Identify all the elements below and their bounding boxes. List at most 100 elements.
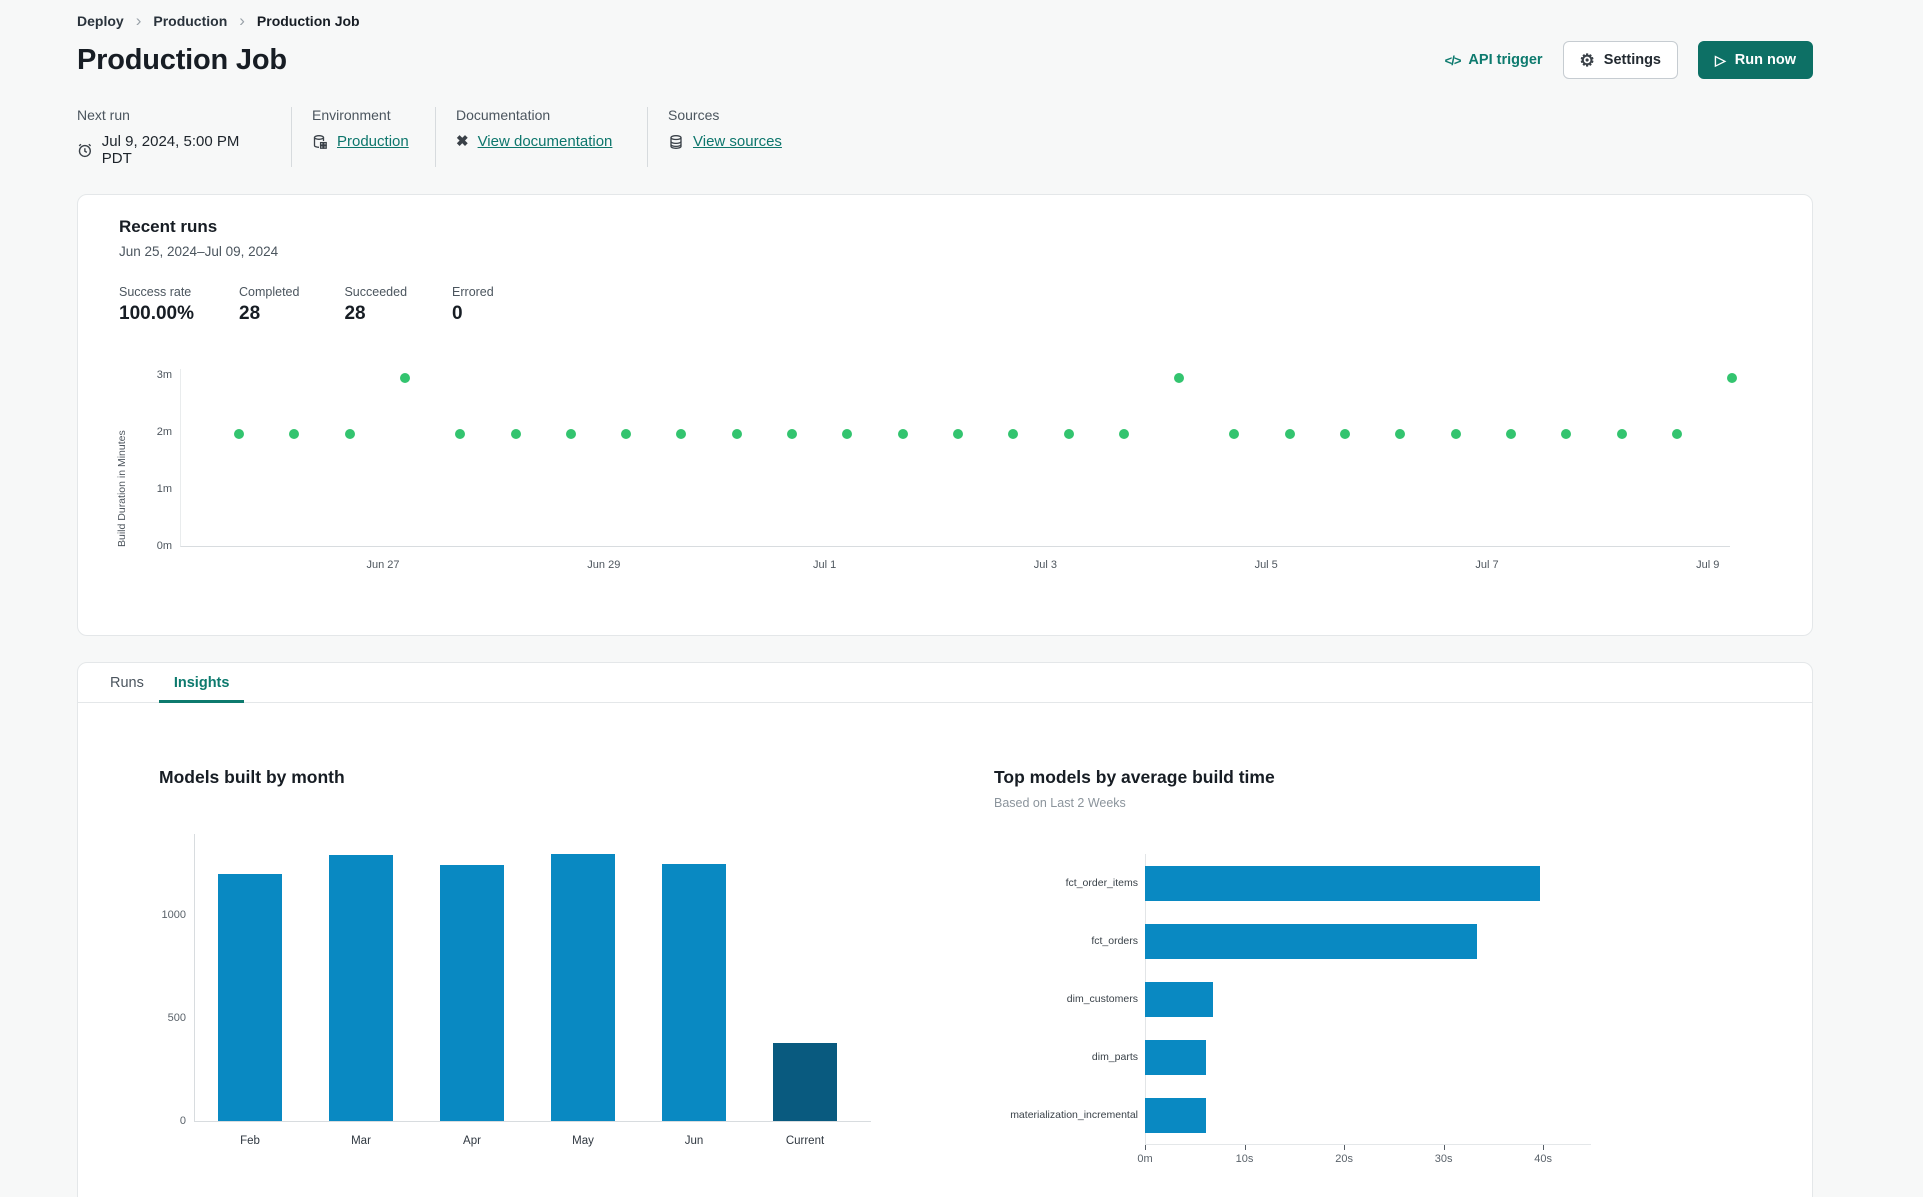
- bar: [440, 864, 504, 1121]
- stat-label: Succeeded: [344, 285, 408, 299]
- x-tick-label: 0m: [1137, 1153, 1153, 1165]
- run-dot: [565, 428, 576, 439]
- bar: [1145, 865, 1541, 901]
- y-tick-label: 1m: [156, 483, 172, 495]
- sources-database-icon: [670, 134, 682, 149]
- stat-label: Success rate: [119, 285, 192, 299]
- breadcrumb-production[interactable]: Production: [153, 13, 227, 29]
- breadcrumb-deploy[interactable]: Deploy: [77, 13, 124, 29]
- top-models-subtitle: Based on Last 2 Weeks: [994, 796, 1126, 810]
- model-label: fct_order_items: [1065, 877, 1138, 889]
- run-now-button[interactable]: ▷ Run now: [1698, 41, 1813, 79]
- model-label: dim_parts: [1091, 1051, 1138, 1063]
- settings-label: Settings: [1603, 52, 1661, 68]
- insights-card: Runs Insights Models built by month 0 500…: [77, 662, 1813, 1197]
- x-tick-label: Jul 7: [1475, 559, 1499, 571]
- page-title: Production Job: [77, 43, 287, 76]
- api-trigger-label: API trigger: [1468, 52, 1543, 68]
- environment-database-icon: [313, 134, 327, 149]
- page-content: Deploy › Production › Production Job Pro…: [77, 0, 1813, 1197]
- breadcrumb: Deploy › Production › Production Job: [77, 0, 1813, 29]
- sources-value: View sources: [668, 133, 782, 150]
- stat-label: Errored: [452, 285, 494, 299]
- x-tick-label: Jun 27: [366, 559, 400, 571]
- run-dot: [621, 428, 632, 439]
- bar: [1145, 1039, 1206, 1075]
- settings-button[interactable]: ⚙ Settings: [1562, 41, 1678, 79]
- run-dot: [344, 428, 355, 439]
- production-job-page: Deploy › Production › Production Job Pro…: [0, 0, 1923, 1197]
- run-dot: [1395, 428, 1406, 439]
- run-dot: [676, 428, 687, 439]
- x-tick-label: Jul 9: [1696, 559, 1720, 571]
- stat-value: 100.00%: [119, 303, 195, 324]
- chevron-right-icon: ›: [135, 11, 142, 30]
- chevron-right-icon: ›: [239, 11, 245, 30]
- gear-icon: ⚙: [1579, 50, 1595, 70]
- x-tick-label: Jul 1: [812, 559, 837, 571]
- run-dot: [897, 428, 908, 439]
- bar: [1145, 981, 1213, 1017]
- environment-label: Environment: [312, 107, 391, 123]
- model-row: fct_orders: [994, 912, 1591, 970]
- run-dot: [1505, 428, 1516, 439]
- api-trigger-link[interactable]: </> API trigger: [1445, 52, 1543, 68]
- recent-runs-stats: Success rate 100.00% Completed 28 Succee…: [119, 285, 1812, 325]
- stat-value: 28: [344, 303, 366, 324]
- run-dot: [1118, 428, 1129, 439]
- top-models-title: Top models by average build time: [994, 767, 1275, 787]
- bar: [218, 874, 282, 1121]
- run-dot: [952, 428, 963, 439]
- stat-succeeded: Succeeded 28: [344, 285, 407, 325]
- environment-link[interactable]: Production: [337, 133, 409, 150]
- next-run-group: Next run Jul 9, 2024, 5:00 PM PDT: [77, 107, 291, 167]
- x-tick-label: 20s: [1335, 1153, 1353, 1165]
- run-dot: [1174, 372, 1185, 383]
- y-tick-label: 2m: [156, 426, 172, 438]
- run-dot: [1284, 428, 1295, 439]
- stat-success-rate: Success rate 100.00%: [119, 285, 194, 325]
- run-dot: [1727, 372, 1738, 383]
- x-tick-label: 40s: [1534, 1153, 1553, 1165]
- top-models-x-axis: 0m 10s 20s 30s 40s: [1137, 1144, 1591, 1170]
- model-row: fct_order_items: [994, 854, 1591, 912]
- y-tick-label: 3m: [156, 369, 172, 381]
- next-run-value: Jul 9, 2024, 5:00 PM PDT: [77, 133, 271, 167]
- run-dot: [1616, 428, 1627, 439]
- view-documentation-link[interactable]: View documentation: [478, 133, 613, 150]
- category-label: Feb: [240, 1135, 260, 1147]
- models-by-month-chart: Models built by month 0 500 1000 Feb Mar Apr M…: [159, 767, 871, 1147]
- x-tick-label: Jun 29: [587, 559, 621, 571]
- stat-errored: Errored 0: [452, 285, 494, 325]
- documentation-group: Documentation ✖ View documentation: [435, 107, 647, 167]
- x-tick-label: 30s: [1434, 1153, 1453, 1165]
- build-duration-plot: 0m 1m 2m 3m Jun 27 Jun 29 Jul 1 Jul 3 Jul 5 Jul 7…: [157, 369, 1738, 571]
- next-run-label: Next run: [77, 107, 130, 123]
- x-tick-label: Jul 5: [1254, 559, 1278, 571]
- page-header: Production Job </> API trigger ⚙ Setting…: [77, 41, 1813, 79]
- play-icon: ▷: [1715, 52, 1726, 68]
- run-dot: [1561, 428, 1572, 439]
- model-label: materialization_incremental: [1010, 1109, 1138, 1121]
- category-label: Jun: [684, 1135, 704, 1147]
- model-row: dim_parts: [994, 1028, 1591, 1086]
- view-sources-link[interactable]: View sources: [693, 133, 782, 150]
- job-info-row: Next run Jul 9, 2024, 5:00 PM PDT Enviro…: [77, 107, 1813, 167]
- bar: [662, 863, 726, 1121]
- category-label: Current: [785, 1135, 825, 1147]
- tick-mark: [1145, 1145, 1146, 1150]
- environment-value: Production: [312, 133, 415, 150]
- tab-runs[interactable]: Runs: [95, 663, 159, 703]
- top-models-chart: Top models by average build time Based o…: [994, 767, 1591, 1170]
- category-label: Apr: [463, 1135, 481, 1147]
- header-actions: </> API trigger ⚙ Settings ▷ Run now: [1445, 41, 1813, 79]
- top-models-rows: fct_order_items fct_orders dim_customers di…: [994, 854, 1591, 1144]
- run-dot: [842, 428, 853, 439]
- sources-label: Sources: [668, 107, 720, 123]
- tab-insights[interactable]: Insights: [158, 663, 245, 703]
- run-dot: [1229, 428, 1240, 439]
- bar: [1145, 1097, 1206, 1133]
- run-dot: [455, 428, 466, 439]
- models-by-month-title: Models built by month: [159, 767, 345, 787]
- bar: [773, 1043, 837, 1121]
